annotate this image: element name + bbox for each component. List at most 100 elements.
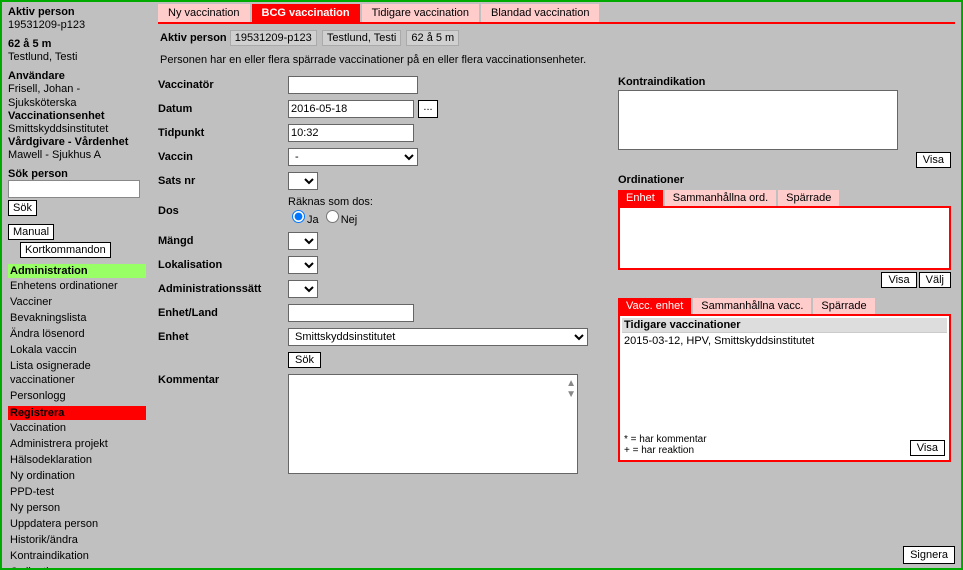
vardgivare-title: Vårdgivare - Vårdenhet (8, 136, 146, 148)
aktiv-person-age: 62 å 5 m (8, 38, 146, 50)
warning-text: Personen har en eller flera spärrade vac… (158, 48, 955, 76)
nav-item[interactable]: Lista osignerade vaccinationer (8, 358, 146, 388)
vaccinationsenhet-name: Smittskyddsinstitutet (8, 122, 146, 136)
vardgivare-name: Mawell - Sjukhus A (8, 148, 146, 162)
ord-panel (618, 206, 951, 270)
label-lokalisation: Lokalisation (158, 259, 288, 271)
kontra-visa-button[interactable]: Visa (916, 152, 951, 168)
nav-item[interactable]: Kontraindikation (8, 548, 146, 564)
ord-panel-body (622, 210, 947, 266)
note-kommentar: * = har kommentar (624, 434, 707, 445)
nav-item[interactable]: Historik/ändra (8, 532, 146, 548)
label-datum: Datum (158, 103, 288, 115)
radio-nej[interactable] (326, 210, 339, 223)
sidebar: Aktiv person 19531209-p123 62 å 5 m Test… (2, 2, 152, 568)
enhetland-input[interactable] (288, 304, 414, 322)
nav-item[interactable]: Uppdatera person (8, 516, 146, 532)
enhet-select[interactable]: Smittskyddsinstitutet (288, 328, 588, 346)
nav-item[interactable]: Vacciner (8, 294, 146, 310)
tab-ny-vaccination[interactable]: Ny vaccination (158, 4, 250, 22)
sok-person-title: Sök person (8, 168, 146, 180)
radio-ja-label[interactable]: Ja (288, 214, 319, 226)
label-tidpunkt: Tidpunkt (158, 127, 288, 139)
tab-bcg-vaccination[interactable]: BCG vaccination (252, 4, 360, 22)
nav-administration-head[interactable]: Administration (8, 264, 146, 278)
note-reaktion: + = har reaktion (624, 445, 707, 456)
label-dos: Dos (158, 205, 288, 217)
kontraindikation-box (618, 90, 898, 150)
nav-item[interactable]: Enhetens ordinationer (8, 278, 146, 294)
tab-bar: Ny vaccination BCG vaccination Tidigare … (158, 4, 955, 22)
header-label: Aktiv person (160, 32, 227, 44)
mangd-select[interactable] (288, 232, 318, 250)
datum-input[interactable] (288, 100, 414, 118)
sok-person-button[interactable]: Sök (8, 200, 37, 216)
label-mangd: Mängd (158, 235, 288, 247)
tidpunkt-input[interactable] (288, 124, 414, 142)
lokalisation-select[interactable] (288, 256, 318, 274)
label-vaccin: Vaccin (158, 151, 288, 163)
ord-valj-button[interactable]: Välj (919, 272, 951, 288)
ord-tab-sparrade[interactable]: Spärrade (778, 190, 839, 206)
right-column: Kontraindikation Visa Ordinationer Enhet… (618, 76, 955, 483)
ordinationer-title: Ordinationer (618, 174, 951, 186)
ord-tab-enhet[interactable]: Enhet (618, 190, 663, 206)
aktiv-person-name: Testlund, Testi (8, 50, 146, 64)
header-age: 62 å 5 m (406, 30, 459, 46)
vac-tab-enhet[interactable]: Vacc. enhet (618, 298, 691, 314)
manual-button[interactable]: Manual (8, 224, 54, 240)
vac-tab-sparrade[interactable]: Spärrade (813, 298, 874, 314)
active-person-bar: Aktiv person 19531209-p123 Testlund, Tes… (158, 28, 955, 48)
nav-item[interactable]: Hälsodeklaration (8, 452, 146, 468)
aktiv-person-title: Aktiv person (8, 6, 146, 18)
nav-item[interactable]: Lokala vaccin (8, 342, 146, 358)
kortkommandon-button[interactable]: Kortkommandon (20, 242, 111, 258)
header-id: 19531209-p123 (230, 30, 317, 46)
tab-blandad-vaccination[interactable]: Blandad vaccination (481, 4, 599, 22)
vac-subtabs: Vacc. enhet Sammanhållna vacc. Spärrade (618, 298, 951, 314)
label-enhet: Enhet (158, 331, 288, 343)
label-kommentar: Kommentar (158, 374, 288, 386)
kommentar-textarea[interactable] (288, 374, 578, 474)
vaccin-select[interactable]: - (288, 148, 418, 166)
sok-person-input[interactable] (8, 180, 140, 198)
prev-vac-row[interactable]: 2015-03-12, HPV, Smittskyddsinstitutet (622, 332, 947, 432)
radio-nej-label[interactable]: Nej (322, 214, 358, 226)
anvandare-name: Frisell, Johan - Sjuksköterska (8, 82, 146, 110)
nav-item[interactable]: Ny ordination (8, 468, 146, 484)
tab-tidigare-vaccination[interactable]: Tidigare vaccination (362, 4, 479, 22)
nav-item[interactable]: Personlogg (8, 388, 146, 404)
vaccinator-select[interactable]: Frisell, Johan (288, 76, 418, 94)
main-panel: Ny vaccination BCG vaccination Tidigare … (152, 2, 961, 568)
header-name: Testlund, Testi (322, 30, 402, 46)
nav-registrera-head[interactable]: Registrera (8, 406, 146, 420)
ord-tab-samman[interactable]: Sammanhållna ord. (665, 190, 776, 206)
label-admsatt: Administrationssätt (158, 283, 288, 295)
datum-picker-button[interactable]: ... (418, 100, 438, 118)
vac-panel: Tidigare vaccinationer 2015-03-12, HPV, … (618, 314, 951, 462)
prev-vac-title: Tidigare vaccinationer (622, 318, 947, 332)
nav-item[interactable]: Vaccination (8, 420, 146, 436)
nav-item[interactable]: PPD-test (8, 484, 146, 500)
nav-item[interactable]: Ändra lösenord (8, 326, 146, 342)
tab-underline (158, 22, 955, 24)
ord-subtabs: Enhet Sammanhållna ord. Spärrade (618, 190, 951, 206)
scroll-icon: ▲▼ (566, 378, 576, 400)
label-enhetland: Enhet/Land (158, 307, 288, 319)
admsatt-select[interactable] (288, 280, 318, 298)
satsnr-select[interactable] (288, 172, 318, 190)
nav-item[interactable]: Bevakningslista (8, 310, 146, 326)
enhet-sok-button[interactable]: Sök (288, 352, 321, 368)
form-area: Vaccinatör Frisell, Johan Datum ... Tidp… (158, 76, 598, 483)
nav-item[interactable]: Ordinationer (8, 564, 146, 568)
raknas-label: Räknas som dos: (288, 196, 373, 208)
radio-ja[interactable] (292, 210, 305, 223)
nav-item[interactable]: Administrera projekt (8, 436, 146, 452)
prev-visa-button[interactable]: Visa (910, 440, 945, 456)
nav-item[interactable]: Ny person (8, 500, 146, 516)
vac-tab-samman[interactable]: Sammanhållna vacc. (693, 298, 811, 314)
label-satsnr: Sats nr (158, 175, 288, 187)
signera-button[interactable]: Signera (903, 546, 955, 564)
ord-visa-button[interactable]: Visa (881, 272, 916, 288)
kontraindikation-title: Kontraindikation (618, 76, 951, 88)
